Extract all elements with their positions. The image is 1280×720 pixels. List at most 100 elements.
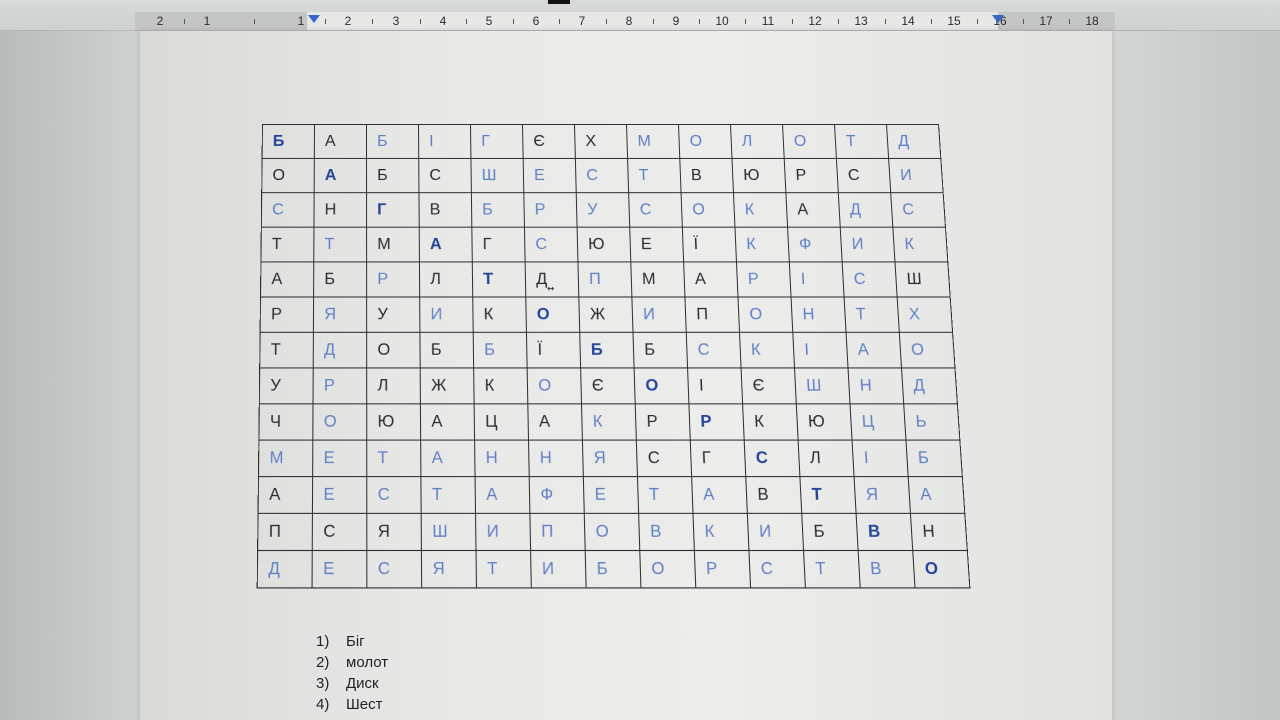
grid-cell[interactable]: С (575, 158, 629, 193)
grid-cell[interactable]: С (836, 158, 891, 193)
grid-cell[interactable]: Е (312, 440, 367, 477)
grid-cell[interactable]: С (686, 332, 742, 368)
grid-cell[interactable]: С (366, 476, 422, 514)
grid-cell[interactable]: О (782, 124, 837, 159)
grid-cell[interactable]: Б (313, 261, 367, 297)
grid-cell[interactable]: Т (476, 550, 532, 588)
grid-cell[interactable]: О (678, 124, 732, 159)
grid-cell[interactable]: Ш (470, 158, 524, 193)
grid-cell[interactable]: Б (801, 513, 859, 551)
grid-cell[interactable]: В (418, 192, 472, 228)
grid-cell[interactable]: С (261, 192, 315, 228)
grid-cell[interactable]: Т (637, 476, 693, 514)
grid-cell[interactable]: Н (848, 367, 904, 404)
grid-cell[interactable]: Т (260, 227, 314, 262)
grid-cell[interactable]: А (314, 124, 367, 159)
grid-cell[interactable]: А (691, 476, 748, 514)
grid-cell[interactable]: М (630, 261, 685, 297)
grid-cell[interactable]: Ь (903, 403, 960, 441)
grid-cell[interactable]: В (856, 513, 913, 551)
grid-cell[interactable]: П (577, 261, 632, 297)
grid-cell[interactable]: Б (632, 332, 688, 368)
grid-cell[interactable]: Б (366, 158, 419, 193)
grid-cell[interactable]: Т (472, 261, 526, 297)
grid-cell[interactable]: С (744, 440, 800, 477)
grid-cell[interactable]: Т (844, 296, 900, 333)
grid-cell[interactable]: Т (834, 124, 889, 159)
grid-cell[interactable]: Т (259, 332, 314, 368)
grid-cell[interactable]: И (888, 158, 944, 193)
grid-cell[interactable]: А (258, 476, 313, 514)
grid-cell[interactable]: Б (471, 192, 525, 228)
grid-cell[interactable]: І (418, 124, 471, 159)
grid-cell[interactable]: О (527, 367, 582, 404)
grid-cell[interactable]: Я (313, 296, 367, 333)
grid-cell[interactable]: В (679, 158, 734, 193)
grid-cell[interactable]: К (472, 296, 527, 333)
grid-cell[interactable]: К (733, 192, 788, 228)
grid-cell[interactable]: Ц (850, 403, 906, 441)
grid-cell[interactable]: Ш (894, 261, 951, 297)
grid-cell[interactable]: И (631, 296, 687, 333)
grid-cell[interactable]: О (312, 403, 367, 441)
grid-cell[interactable]: К (739, 332, 795, 368)
grid-cell[interactable]: К (692, 513, 749, 551)
grid-cell[interactable]: Р (260, 296, 314, 333)
grid-cell[interactable]: Н (474, 440, 530, 477)
grid-cell[interactable]: Ж (420, 367, 475, 404)
grid-cell[interactable]: К (473, 367, 528, 404)
grid-cell[interactable]: К (892, 227, 948, 262)
grid-cell[interactable]: Л (419, 261, 473, 297)
grid-cell[interactable]: М (626, 124, 680, 159)
grid-cell[interactable]: Н (313, 192, 367, 228)
grid-cell[interactable]: Х (574, 124, 628, 159)
grid-cell[interactable]: Р (523, 192, 578, 228)
grid-cell[interactable]: Ї (682, 227, 737, 262)
grid-cell[interactable]: О (737, 296, 793, 333)
grid-cell[interactable]: І (852, 440, 909, 477)
grid-cell[interactable]: А (846, 332, 902, 368)
grid-cell[interactable]: С (890, 192, 946, 228)
grid-cell[interactable]: Г (690, 440, 746, 477)
grid-cell[interactable]: Б (905, 440, 963, 477)
grid-cell[interactable]: Г (366, 192, 420, 228)
grid-cell[interactable]: Ю (731, 158, 786, 193)
grid-cell[interactable]: Д (901, 367, 958, 404)
grid-cell[interactable]: І (687, 367, 743, 404)
grid-cell[interactable]: С (628, 192, 683, 228)
grid-cell[interactable]: Л (730, 124, 785, 159)
grid-cell[interactable]: Ї (526, 332, 581, 368)
grid-cell[interactable]: Р (736, 261, 792, 297)
grid-cell[interactable]: Б (579, 332, 635, 368)
grid-cell[interactable]: Р (313, 367, 367, 404)
grid-cell[interactable]: Т (366, 440, 421, 477)
grid-cell[interactable]: А (683, 261, 738, 297)
grid-cell[interactable]: С (748, 550, 806, 588)
grid-cell[interactable]: Я (366, 513, 422, 551)
grid-cell[interactable]: О (681, 192, 735, 228)
grid-cell[interactable]: С (636, 440, 692, 477)
grid-cell[interactable]: Т (420, 476, 476, 514)
grid-cell[interactable]: Е (312, 550, 367, 588)
grid-cell[interactable]: С (312, 513, 367, 551)
grid-cell[interactable]: П (257, 513, 313, 551)
grid-cell[interactable]: Р (366, 261, 420, 297)
grid-cell[interactable]: Ф (529, 476, 585, 514)
grid-cell[interactable]: К (734, 227, 790, 262)
grid-cell[interactable]: А (475, 476, 530, 514)
grid-cell[interactable]: С (524, 227, 578, 262)
grid-cell[interactable]: Д (257, 550, 313, 588)
grid-cell[interactable]: О (634, 367, 689, 404)
grid-cell[interactable]: У (259, 367, 314, 404)
grid-cell[interactable]: Т (799, 476, 857, 514)
grid-cell[interactable]: Н (528, 440, 584, 477)
grid-cell[interactable]: Є (580, 367, 636, 404)
grid-cell[interactable]: С (366, 550, 422, 588)
grid-cell[interactable]: И (475, 513, 531, 551)
grid-cell[interactable]: А (419, 227, 473, 262)
grid-cell[interactable]: О (261, 158, 315, 193)
grid-cell[interactable]: О (912, 550, 970, 588)
grid-cell[interactable]: Я (854, 476, 911, 514)
grid-cell[interactable]: Г (470, 124, 524, 159)
grid-cell[interactable]: Р (784, 158, 839, 193)
